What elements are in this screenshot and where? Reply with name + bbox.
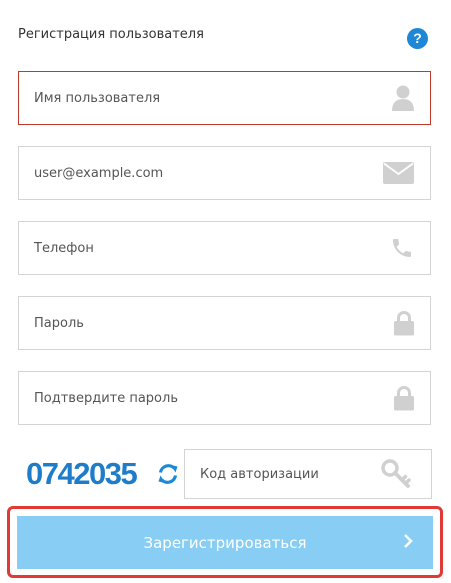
envelope-icon [383, 162, 414, 184]
username-input[interactable] [19, 72, 430, 124]
user-icon [392, 85, 414, 111]
register-button[interactable]: Зарегистрироваться [17, 516, 433, 569]
phone-icon [390, 236, 414, 260]
email-input[interactable] [19, 147, 430, 199]
confirm-password-input[interactable] [19, 372, 430, 424]
page-title: Регистрация пользователя [18, 27, 204, 42]
chevron-right-icon [403, 533, 413, 553]
password-field[interactable] [18, 296, 431, 350]
lock-icon [394, 386, 414, 411]
lock-icon [394, 311, 414, 336]
refresh-icon[interactable] [156, 462, 180, 486]
auth-code-field[interactable] [184, 449, 432, 499]
captcha-code: 0742035 [26, 456, 138, 491]
help-icon[interactable]: ? [407, 28, 428, 49]
password-input[interactable] [19, 297, 430, 349]
email-field[interactable] [18, 146, 431, 200]
confirm-password-field[interactable] [18, 371, 431, 425]
register-button-label: Зарегистрироваться [143, 533, 307, 552]
phone-field[interactable] [18, 221, 431, 275]
phone-input[interactable] [19, 222, 430, 274]
key-icon [381, 459, 411, 489]
username-field[interactable] [18, 71, 431, 125]
